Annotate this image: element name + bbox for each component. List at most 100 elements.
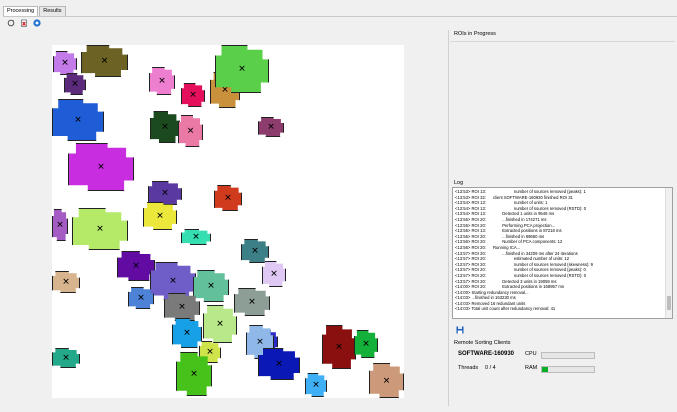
roi-center-marker-icon: ✕ [312, 379, 320, 390]
roi-center-marker-icon: ✕ [248, 296, 256, 307]
roi-region[interactable]: ✕ [68, 143, 134, 191]
delete-button[interactable] [19, 18, 28, 27]
roi-region[interactable]: ✕ [164, 293, 200, 321]
cpu-usage-bar [541, 352, 595, 359]
panel-separator [448, 30, 449, 406]
refresh-icon [7, 19, 14, 26]
cpu-label: CPU [525, 351, 537, 357]
roi-center-marker-icon: ✕ [97, 161, 105, 172]
roi-center-marker-icon: ✕ [267, 121, 275, 132]
roi-center-marker-icon: ✕ [169, 275, 177, 286]
roi-region[interactable]: ✕ [72, 208, 128, 250]
roi-region[interactable]: ✕ [52, 271, 80, 293]
roi-center-marker-icon: ✕ [207, 280, 215, 291]
roi-center-marker-icon: ✕ [238, 63, 246, 74]
roi-region[interactable]: ✕ [53, 51, 77, 75]
roi-center-marker-icon: ✕ [156, 210, 164, 221]
roi-center-marker-icon: ✕ [178, 301, 186, 312]
roi-center-marker-icon: ✕ [335, 341, 343, 352]
roi-center-marker-icon: ✕ [251, 245, 259, 256]
roi-center-marker-icon: ✕ [161, 187, 169, 198]
roi-center-marker-icon: ✕ [216, 318, 224, 329]
ram-label: RAM [525, 365, 538, 371]
client-name: SOFTWARE-160930 [458, 351, 515, 357]
roi-region[interactable]: ✕ [181, 229, 211, 245]
roi-region[interactable]: ✕ [52, 348, 80, 368]
log-scrollbar[interactable] [665, 188, 672, 318]
roi-region[interactable]: ✕ [81, 45, 128, 77]
ram-usage-fill [542, 367, 549, 372]
roi-region[interactable]: ✕ [128, 287, 154, 309]
roi-region[interactable]: ✕ [354, 330, 378, 358]
roi-center-marker-icon: ✕ [224, 192, 232, 203]
refresh-button[interactable] [6, 18, 15, 27]
roi-center-marker-icon: ✕ [275, 358, 283, 369]
threads-value: 0 / 4 [485, 365, 496, 371]
roi-center-marker-icon: ✕ [62, 276, 70, 287]
roi-region[interactable]: ✕ [322, 325, 356, 369]
roi-map-canvas[interactable]: ✕✕✕✕✕✕✕✕✕✕✕✕✕✕✕✕✕✕✕✕✕✕✕✕✕✕✕✕✕✕✕✕✕✕✕✕✕✕✕ [52, 45, 404, 398]
log-line: <14:03> Total unit count after redundanc… [455, 306, 556, 312]
tab-divider [3, 16, 677, 17]
ram-usage-bar [541, 366, 595, 373]
roi-region[interactable]: ✕ [258, 348, 300, 380]
roi-region[interactable]: ✕ [262, 261, 286, 287]
roi-region[interactable]: ✕ [258, 117, 284, 137]
roi-center-marker-icon: ✕ [71, 78, 79, 89]
roi-center-marker-icon: ✕ [256, 336, 264, 347]
roi-region[interactable]: ✕ [52, 209, 68, 241]
tab-bar: Processing Results [3, 6, 67, 17]
tab-results[interactable]: Results [39, 6, 66, 16]
roi-region[interactable]: ✕ [52, 99, 104, 141]
log-label: Log [454, 180, 464, 186]
roi-center-marker-icon: ✕ [192, 231, 200, 242]
roi-region[interactable]: ✕ [214, 185, 242, 211]
roi-region[interactable]: ✕ [203, 305, 237, 343]
roi-center-marker-icon: ✕ [132, 260, 140, 271]
roi-region[interactable]: ✕ [64, 73, 86, 95]
threads-label: Threads [458, 365, 479, 371]
toolbar [6, 18, 41, 27]
roi-region[interactable]: ✕ [148, 181, 182, 205]
roi-region[interactable]: ✕ [176, 352, 212, 396]
roi-center-marker-icon: ✕ [190, 368, 198, 379]
roi-region[interactable]: ✕ [150, 111, 180, 143]
roi-center-marker-icon: ✕ [270, 268, 278, 279]
roi-region[interactable]: ✕ [178, 115, 203, 147]
roi-center-marker-icon: ✕ [100, 55, 109, 66]
roi-center-marker-icon: ✕ [189, 89, 197, 100]
log-textbox[interactable]: <13:53> ROI 13: number of sources remove… [452, 187, 673, 319]
start-button[interactable] [32, 18, 41, 27]
roi-center-marker-icon: ✕ [137, 292, 145, 303]
roi-center-marker-icon: ✕ [74, 114, 82, 125]
roi-center-marker-icon: ✕ [62, 352, 70, 363]
roi-center-marker-icon: ✕ [96, 223, 104, 234]
roi-region[interactable]: ✕ [172, 318, 202, 348]
roi-region[interactable]: ✕ [149, 67, 175, 95]
delete-icon [20, 19, 27, 27]
roi-center-marker-icon: ✕ [186, 125, 195, 136]
rois-in-progress-list [450, 41, 675, 176]
roi-region[interactable]: ✕ [369, 363, 404, 398]
roi-region[interactable]: ✕ [241, 239, 269, 263]
roi-region[interactable]: ✕ [143, 202, 177, 230]
roi-center-marker-icon: ✕ [382, 374, 391, 385]
roi-region[interactable]: ✕ [305, 373, 327, 397]
log-scrollbar-thumb[interactable] [667, 296, 671, 310]
roi-region[interactable]: ✕ [215, 45, 269, 93]
remote-clients-label: Remote Sorting Clients [454, 340, 511, 346]
roi-center-marker-icon: ✕ [183, 327, 191, 338]
roi-region[interactable]: ✕ [117, 251, 155, 281]
save-icon[interactable] [456, 326, 464, 334]
roi-center-marker-icon: ✕ [161, 121, 169, 132]
roi-center-marker-icon: ✕ [61, 57, 69, 68]
play-icon [32, 18, 41, 27]
roi-center-marker-icon: ✕ [206, 346, 214, 357]
roi-center-marker-icon: ✕ [56, 219, 64, 230]
roi-region[interactable]: ✕ [234, 288, 270, 316]
roi-center-marker-icon: ✕ [158, 75, 166, 86]
rois-in-progress-label: ROIs in Progress [454, 31, 496, 37]
roi-region[interactable]: ✕ [181, 83, 205, 107]
roi-center-marker-icon: ✕ [362, 338, 370, 349]
roi-region[interactable]: ✕ [193, 270, 229, 302]
